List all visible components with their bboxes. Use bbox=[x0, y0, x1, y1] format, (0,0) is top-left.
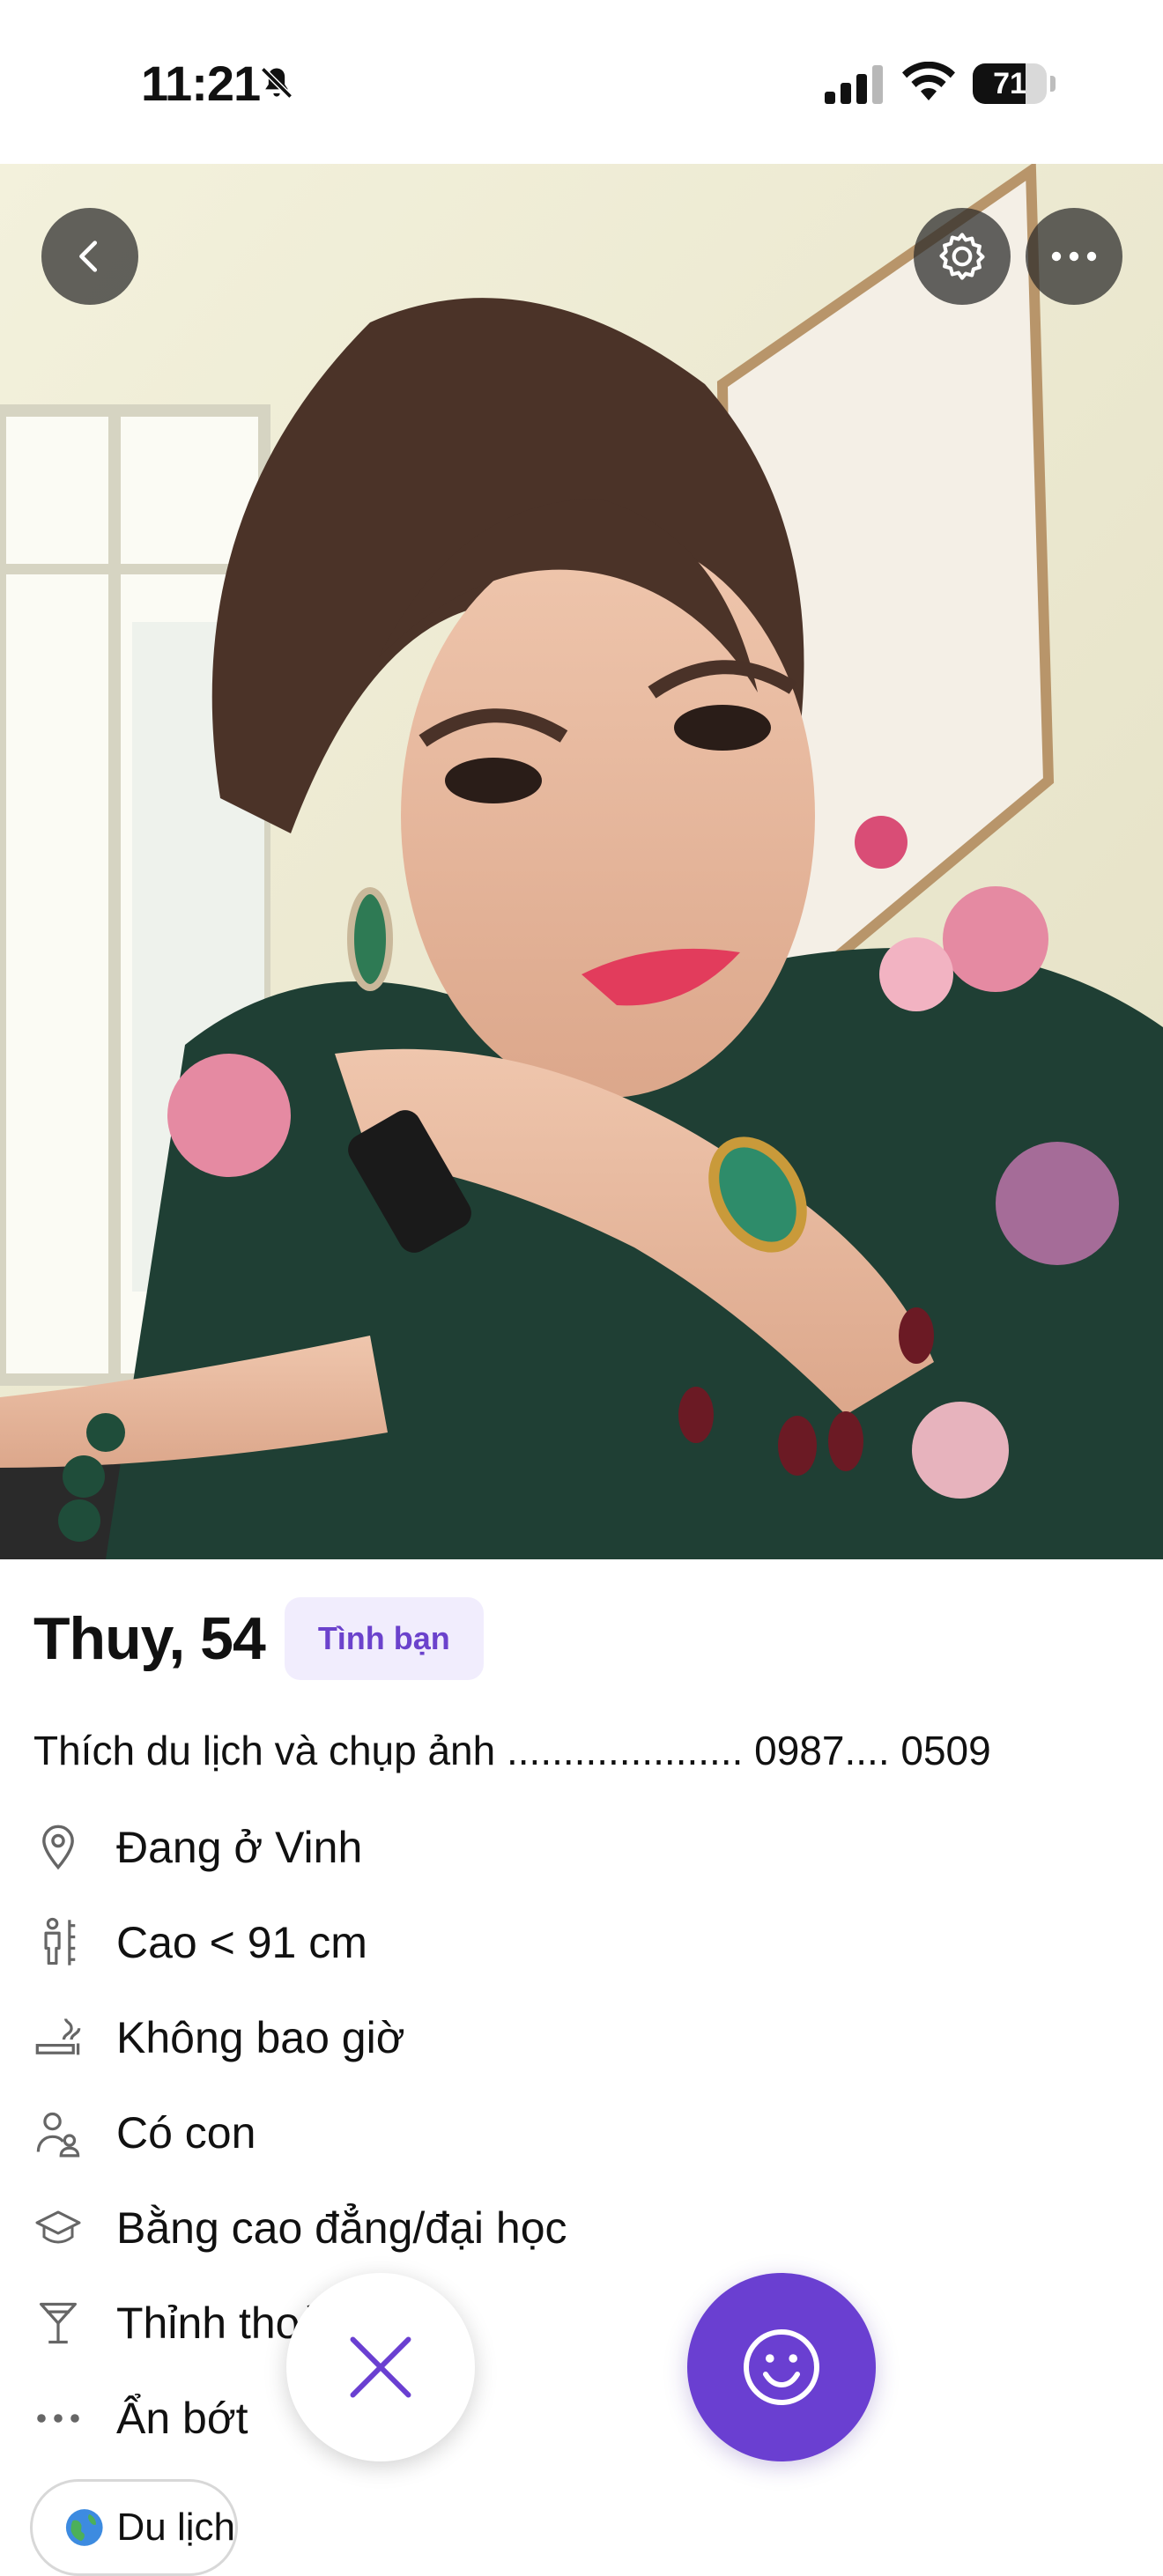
height-ruler-icon bbox=[33, 1917, 83, 1967]
pass-button[interactable] bbox=[286, 2273, 475, 2461]
profile-name-age: Thuy, 54 bbox=[33, 1605, 266, 1672]
attribute-label: Bằng cao đẳng/đại học bbox=[116, 2203, 567, 2253]
interest-label: Du lịch bbox=[116, 2506, 236, 2549]
attribute-smoking: Không bao giờ bbox=[33, 2007, 405, 2069]
attribute-label: Đang ở Vinh bbox=[116, 1823, 363, 1872]
profile-bio: Thích du lịch và chụp ảnh ..............… bbox=[33, 1728, 991, 1773]
more-horizontal-icon bbox=[1051, 251, 1097, 262]
attribute-label: Không bao giờ bbox=[116, 2013, 405, 2062]
gear-icon bbox=[939, 233, 985, 280]
settings-button[interactable] bbox=[914, 208, 1011, 305]
profile-photo[interactable] bbox=[0, 164, 1163, 1559]
location-pin-icon bbox=[33, 1823, 83, 1872]
profile-photo-illustration bbox=[0, 164, 1163, 1559]
cocktail-glass-icon bbox=[33, 2298, 83, 2348]
close-icon bbox=[350, 2336, 411, 2398]
attribute-children: Có con bbox=[33, 2102, 256, 2164]
show-less-toggle[interactable]: Ẩn bớt bbox=[33, 2387, 248, 2449]
back-button[interactable] bbox=[41, 208, 138, 305]
intent-tag: Tình bạn bbox=[284, 1597, 484, 1680]
like-button[interactable] bbox=[687, 2273, 876, 2461]
wifi-icon bbox=[902, 62, 955, 100]
battery-icon: 71 bbox=[973, 63, 1057, 104]
attribute-label: Có con bbox=[116, 2108, 256, 2158]
children-icon bbox=[33, 2108, 83, 2158]
status-time: 11:21 bbox=[141, 56, 261, 111]
attribute-location: Đang ở Vinh bbox=[33, 1817, 362, 1878]
globe-icon bbox=[65, 2509, 103, 2546]
battery-level: 71 bbox=[993, 67, 1026, 100]
bell-slash-icon bbox=[261, 67, 293, 99]
attribute-label: Cao < 91 cm bbox=[116, 1918, 367, 1967]
attribute-label: Ẩn bớt bbox=[116, 2394, 248, 2443]
ellipsis-icon bbox=[33, 2394, 83, 2443]
attribute-education: Bằng cao đẳng/đại học bbox=[33, 2197, 567, 2259]
name-row: Thuy, 54 Tình bạn bbox=[33, 1596, 484, 1681]
smoking-icon bbox=[33, 2013, 83, 2062]
interest-chip[interactable]: Du lịch bbox=[30, 2479, 238, 2576]
cellular-signal-icon bbox=[825, 65, 883, 104]
education-cap-icon bbox=[33, 2203, 83, 2253]
smiley-icon bbox=[744, 2329, 819, 2405]
chevron-left-icon bbox=[79, 241, 98, 272]
attribute-height: Cao < 91 cm bbox=[33, 1912, 367, 1973]
status-bar: 11:21 71 bbox=[0, 0, 1163, 164]
more-options-button[interactable] bbox=[1026, 208, 1122, 305]
